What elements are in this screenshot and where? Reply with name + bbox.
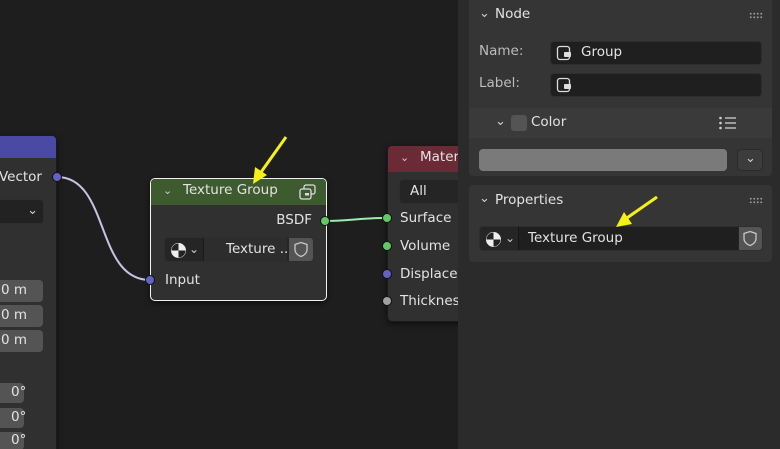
material-output-node[interactable]: ⌄ Materi All Surface Volume Displacem Th… [387, 145, 458, 322]
datablock-name-field[interactable]: Texture ... [203, 238, 293, 261]
color-checkbox[interactable] [511, 115, 527, 131]
properties-section-title: Properties [495, 192, 564, 208]
color-swatch-field[interactable] [479, 149, 727, 171]
node-group-icon[interactable] [299, 184, 317, 200]
thickness-input-socket[interactable] [382, 296, 392, 306]
chevron-down-icon: ⌄ [745, 151, 756, 166]
annotation-arrow [253, 136, 288, 184]
collapse-chevron-icon[interactable]: ⌄ [163, 184, 172, 197]
shield-icon [294, 241, 308, 258]
input-socket[interactable] [145, 275, 155, 285]
drag-grip-icon[interactable] [749, 197, 763, 205]
location-z-field[interactable]: 0 m [0, 330, 43, 352]
collapse-chevron-icon[interactable]: ⌄ [400, 151, 409, 164]
vector-output-label: Vector [0, 169, 42, 185]
texture-group-header[interactable]: ⌄ Texture Group [151, 179, 326, 205]
chevron-down-icon: ⌄ [479, 191, 490, 206]
thickness-input-label: Thicknes [400, 293, 458, 309]
node-group-icon [556, 77, 571, 93]
texture-group-node[interactable]: ⌄ Texture Group BSDF ⌄ Texture ... Input [150, 178, 327, 301]
color-subpanel-header[interactable]: ⌄ Color [469, 108, 772, 138]
material-output-header[interactable]: ⌄ Materi [388, 146, 458, 172]
rotation-y-field[interactable]: 0° [0, 408, 26, 428]
chevron-down-icon: ⌄ [479, 6, 490, 21]
shield-icon [743, 230, 757, 247]
node-section[interactable]: ⌄ Node Name: Group Label: ⌄ Color ⌄ [469, 0, 772, 176]
presets-menu-icon[interactable] [718, 115, 738, 131]
surface-input-socket[interactable] [382, 213, 392, 223]
label-field[interactable] [550, 73, 762, 97]
node-editor[interactable]: Vector ⌄ 0 m 0 m 0 m 0° 0° 0° ⌄ Texture … [0, 0, 458, 449]
fake-user-button[interactable] [289, 238, 313, 261]
annotation-arrow [616, 195, 658, 227]
target-dropdown[interactable]: All [399, 179, 458, 204]
bsdf-to-surface-wire [324, 217, 388, 222]
name-label: Name: [479, 43, 524, 59]
mapping-type-dropdown[interactable]: ⌄ [0, 199, 44, 224]
name-field[interactable]: Group [550, 41, 762, 65]
bsdf-output-socket[interactable] [320, 216, 330, 226]
chevron-down-icon: ⌄ [495, 114, 506, 129]
displacement-input-label: Displacem [400, 266, 458, 282]
volume-input-label: Volume [400, 238, 451, 254]
node-tree-type-icon[interactable] [485, 231, 502, 248]
surface-input-label: Surface [400, 210, 452, 226]
color-label: Color [531, 114, 567, 130]
chevron-down-icon: ⌄ [27, 203, 38, 218]
node-tree-type-icon[interactable] [170, 242, 187, 259]
node-section-title: Node [495, 6, 531, 22]
location-y-field[interactable]: 0 m [0, 305, 43, 327]
input-socket-label: Input [165, 272, 200, 288]
mapping-node-header[interactable] [0, 136, 56, 158]
drag-grip-icon[interactable] [749, 12, 763, 20]
node-group-icon [556, 45, 571, 61]
node-section-header[interactable]: ⌄ Node [469, 0, 772, 32]
mapping-node[interactable]: Vector ⌄ 0 m 0 m 0 m 0° 0° 0° [0, 135, 57, 449]
rotation-x-field[interactable]: 0° [0, 383, 26, 403]
datablock-selector[interactable]: ⌄ Texture ... [164, 237, 314, 262]
volume-input-socket[interactable] [382, 241, 392, 251]
material-output-title: Materi [420, 149, 458, 165]
vector-to-input-wire [56, 176, 151, 281]
sidebar-panel[interactable]: ⌄ Node Name: Group Label: ⌄ Color ⌄ ⌄ Pr… [458, 0, 780, 449]
location-x-field[interactable]: 0 m [0, 280, 43, 302]
fake-user-button[interactable] [739, 227, 762, 250]
vector-output-socket[interactable] [52, 172, 62, 182]
rotation-z-field[interactable]: 0° [0, 432, 26, 449]
label-label: Label: [479, 75, 520, 91]
chevron-down-icon: ⌄ [189, 242, 200, 256]
displacement-input-socket[interactable] [382, 269, 392, 279]
chevron-down-icon: ⌄ [505, 231, 516, 245]
color-dropdown-button[interactable]: ⌄ [737, 149, 763, 171]
bsdf-output-label: BSDF [276, 212, 312, 228]
